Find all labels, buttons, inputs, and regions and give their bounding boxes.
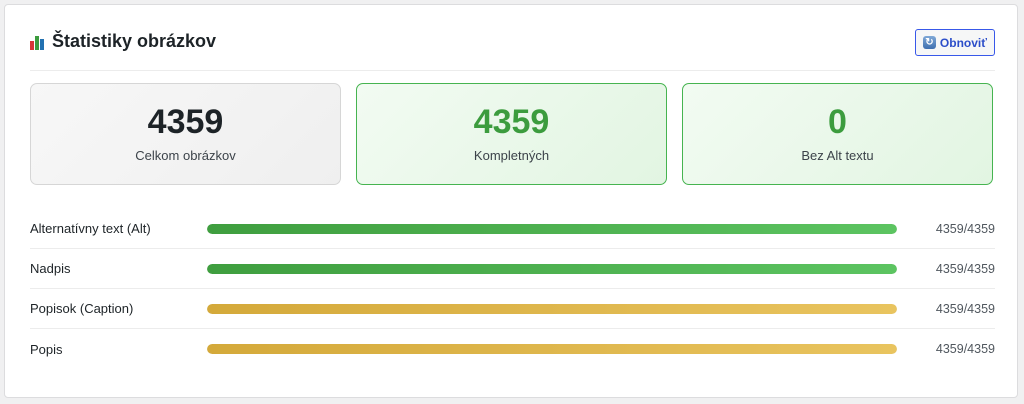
- stat-card-no-alt: 0 Bez Alt textu: [682, 83, 993, 185]
- stat-card-value: 0: [828, 103, 847, 141]
- progress-row-label: Popis: [30, 341, 63, 357]
- progress-row-count: 4359/4359: [935, 301, 995, 316]
- progress-bar-track: [207, 224, 897, 234]
- stat-card-complete: 4359 Kompletných: [356, 83, 667, 185]
- progress-row-label: Popisok (Caption): [30, 301, 134, 316]
- progress-row-alt: Alternatívny text (Alt) 4359/4359: [30, 209, 995, 249]
- stat-card-value: 4359: [473, 103, 550, 141]
- stat-card-label: Kompletných: [473, 148, 550, 163]
- progress-row-title: Nadpis 4359/4359: [30, 249, 995, 289]
- progress-row-count: 4359/4359: [935, 221, 995, 236]
- progress-row-description: Popis 4359/4359: [30, 329, 995, 369]
- progress-row-count: 4359/4359: [935, 261, 995, 276]
- stat-card-value: 4359: [147, 103, 224, 141]
- refresh-button[interactable]: ↻ Obnoviť: [914, 29, 995, 56]
- progress-bar-fill: [207, 304, 897, 314]
- progress-row-label: Nadpis: [30, 261, 71, 276]
- progress-rows: Alternatívny text (Alt) 4359/4359 Nadpis…: [30, 209, 995, 369]
- refresh-icon: ↻: [922, 36, 936, 49]
- progress-bar-fill: [207, 224, 897, 234]
- image-stats-panel: Štatistiky obrázkov ↻ Obnoviť 4359 Celko…: [4, 4, 1018, 398]
- progress-bar-track: [207, 264, 897, 274]
- progress-row-count: 4359/4359: [935, 342, 995, 356]
- stat-cards: 4359 Celkom obrázkov 4359 Kompletných 0 …: [30, 83, 995, 185]
- panel-title: Štatistiky obrázkov: [30, 31, 216, 52]
- progress-bar-fill: [207, 344, 897, 354]
- progress-bar-track: [207, 344, 897, 354]
- progress-row-caption: Popisok (Caption) 4359/4359: [30, 289, 995, 329]
- stat-card-total: 4359 Celkom obrázkov: [30, 83, 341, 185]
- progress-bar-track: [207, 304, 897, 314]
- stat-card-label: Bez Alt textu: [801, 148, 874, 163]
- progress-bar-fill: [207, 264, 897, 274]
- progress-row-label: Alternatívny text (Alt): [30, 221, 151, 236]
- panel-title-text: Štatistiky obrázkov: [52, 31, 217, 51]
- refresh-button-label: Obnoviť: [939, 35, 987, 50]
- bar-chart-icon: [30, 34, 46, 50]
- stat-card-label: Celkom obrázkov: [135, 148, 236, 163]
- panel-header: Štatistiky obrázkov ↻ Obnoviť: [30, 25, 995, 71]
